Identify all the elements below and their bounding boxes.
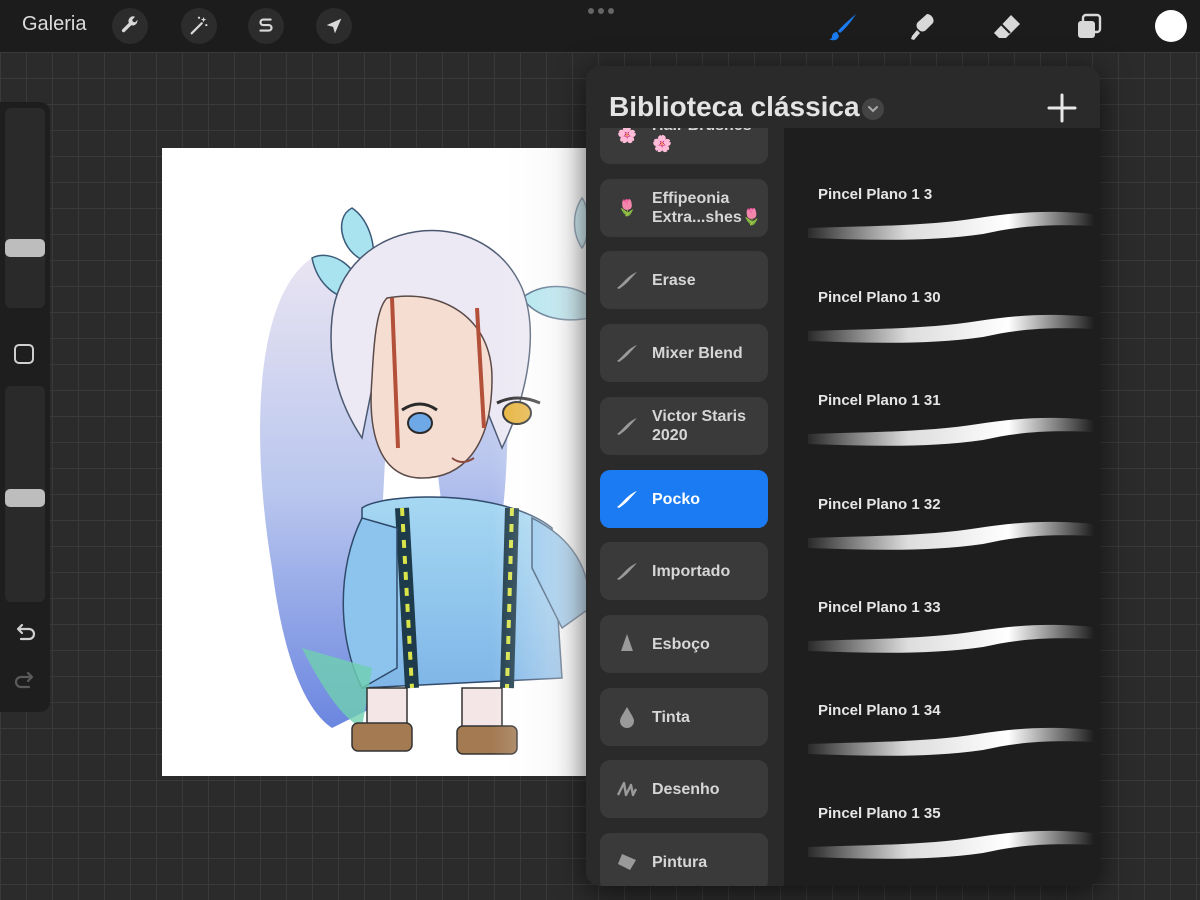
ink-drop-icon (614, 704, 640, 730)
brush-set-label: Esboço (652, 635, 710, 653)
drag-handle[interactable] (588, 8, 614, 14)
brush-icon (829, 14, 856, 41)
brush-name: Pincel Plano 1 35 (818, 805, 941, 822)
stroke-icon (614, 558, 640, 584)
actions-button[interactable] (112, 8, 148, 44)
drawing-canvas[interactable] (162, 148, 590, 776)
brush-set-item[interactable]: 🌷 Effipeonia Extra...shes🌷 (600, 179, 768, 237)
panel-title: Biblioteca clássica (609, 91, 860, 122)
brush-set-label: Mixer Blend (652, 344, 743, 362)
brush-name: Pincel Plano 1 34 (818, 702, 941, 719)
wrench-icon (121, 16, 138, 33)
brush-set-item[interactable]: Erase (600, 251, 768, 309)
brush-set-label: Pocko (652, 490, 701, 508)
gallery-button[interactable]: Galeria (22, 13, 86, 36)
brush-set-label: Erase (652, 271, 696, 289)
undo-icon[interactable] (12, 620, 38, 646)
top-toolbar: Galeria (0, 0, 1200, 52)
brush-set-item[interactable]: Mixer Blend (600, 324, 768, 382)
brush-set-item[interactable]: Importado (600, 542, 768, 600)
brush-set-item[interactable]: Victor Staris 2020 (600, 397, 768, 455)
brush-name: Pincel Plano 1 32 (818, 496, 941, 513)
transform-arrow-icon (326, 18, 342, 34)
brush-set-item[interactable]: 🌸 Hair Brushes 🌸 (600, 128, 768, 164)
brush-tool-button[interactable] (826, 10, 860, 44)
brush-set-label: Effipeonia Extra...shes🌷 (652, 190, 762, 226)
brush-item[interactable]: Pincel Plano 1 31 (784, 384, 1100, 484)
smudge-tool-button[interactable] (906, 10, 940, 44)
paint-brush-icon (614, 849, 640, 875)
smudge-icon (911, 14, 934, 40)
selection-button[interactable] (248, 8, 284, 44)
brush-name: Pincel Plano 1 3 (818, 186, 933, 203)
pencil-tip-icon (614, 631, 640, 657)
stroke-icon (614, 340, 640, 366)
modify-button[interactable] (14, 344, 34, 364)
brush-item[interactable]: Pincel Plano 1 30 (784, 281, 1100, 381)
chevron-down-icon (868, 106, 878, 113)
brush-stroke-preview (808, 727, 1094, 756)
adjustments-button[interactable] (181, 8, 217, 44)
brush-name: Pincel Plano 1 30 (818, 289, 941, 306)
brush-set-item[interactable]: Pocko (600, 470, 768, 528)
scribble-icon (614, 776, 640, 802)
brush-set-label: Victor Staris 2020 (652, 408, 746, 444)
selection-s-icon (259, 18, 273, 32)
stroke-icon (614, 267, 640, 293)
emoji-thumbnail-icon: 🌸 (617, 128, 637, 144)
stroke-icon (614, 413, 640, 439)
brush-stroke-preview (808, 211, 1094, 240)
brush-set-label: Hair Brushes 🌸 (652, 128, 752, 153)
brush-item[interactable]: Pincel Plano 1 3 (784, 178, 1100, 278)
brush-stroke-preview (808, 624, 1094, 653)
eraser-icon (994, 15, 1020, 38)
brushes-list[interactable]: Pincel Plano 1 3 Pincel Plano 1 30 Pince… (784, 128, 1100, 886)
opacity-slider[interactable] (5, 386, 45, 602)
brush-set-item[interactable]: Esboço (600, 615, 768, 673)
brush-item[interactable]: Pincel Plano 1 32 (784, 488, 1100, 588)
library-dropdown-button[interactable] (862, 98, 884, 120)
transform-button[interactable] (316, 8, 352, 44)
brush-set-label: Desenho (652, 780, 720, 798)
layers-icon (1078, 13, 1102, 38)
brush-stroke-preview (808, 417, 1094, 446)
brush-set-item[interactable]: Desenho (600, 760, 768, 818)
stroke-icon (614, 486, 640, 512)
brush-set-item[interactable]: Tinta (600, 688, 768, 746)
brush-name: Pincel Plano 1 33 (818, 599, 941, 616)
brush-sets-list[interactable]: 🌸 Hair Brushes 🌸 🌷 Effipeonia Extra...shes🌷… (600, 128, 770, 886)
plus-icon[interactable] (1046, 92, 1078, 124)
brush-size-slider-thumb[interactable] (5, 239, 45, 257)
brush-set-label: Tinta (652, 708, 690, 726)
brush-size-slider[interactable] (5, 108, 45, 308)
opacity-slider-thumb[interactable] (5, 489, 45, 507)
brush-stroke-preview (808, 521, 1094, 550)
eraser-tool-button[interactable] (990, 10, 1024, 44)
emoji-thumbnail-icon: 🌷 (617, 200, 637, 217)
brush-item[interactable]: Pincel Plano 1 35 (784, 797, 1100, 886)
magic-wand-icon (190, 16, 208, 35)
brush-name: Pincel Plano 1 31 (818, 392, 941, 409)
brush-item[interactable]: Pincel Plano 1 34 (784, 694, 1100, 794)
redo-icon[interactable] (12, 668, 38, 694)
brush-stroke-preview (808, 314, 1094, 343)
artwork-illustration (260, 148, 590, 776)
left-sidebar (0, 102, 50, 712)
color-button[interactable] (1155, 10, 1187, 42)
brush-set-label: Importado (652, 562, 731, 580)
brush-library-panel: Biblioteca clássica 🌸 Hair Brushes 🌸 🌷 Effi… (586, 66, 1100, 886)
brush-set-item[interactable]: Pintura (600, 833, 768, 886)
brush-set-label: Pintura (652, 853, 708, 871)
brush-item[interactable]: Pincel Plano 1 33 (784, 591, 1100, 691)
brush-stroke-preview (808, 830, 1094, 859)
layers-button[interactable] (1072, 10, 1106, 44)
